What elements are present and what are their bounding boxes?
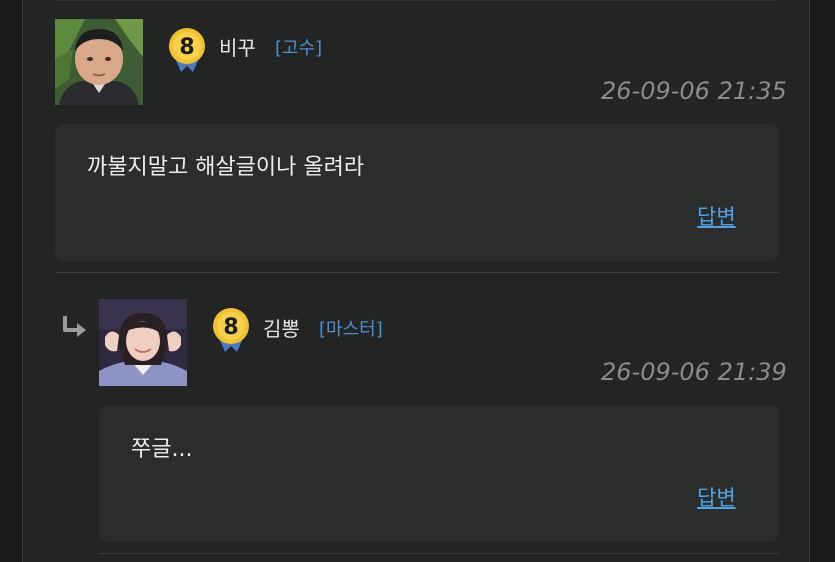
avatar-image [55,19,143,105]
nickname[interactable]: 비꾸 [219,36,256,60]
avatar[interactable] [99,299,187,386]
comment-page: 8 비꾸 [고수] 26-09-06 21:35 까불지말고 해살글이나 올려라… [0,0,835,562]
reply-arrow-icon [61,312,91,342]
rank-label: [마스터] [319,319,383,340]
level-badge-icon: 8 [165,26,209,72]
reply-button[interactable]: 답변 [697,204,736,230]
level-badge-number: 8 [223,315,238,340]
comment-item: 8 비꾸 [고수] 26-09-06 21:35 까불지말고 해살글이나 올려라… [23,0,811,272]
comment-list: 8 비꾸 [고수] 26-09-06 21:35 까불지말고 해살글이나 올려라… [22,0,810,562]
nickname[interactable]: 김뽕 [263,317,300,341]
reply-comment-item: 8 김뽕 [마스터] 26-09-06 21:39 쭈글... 답변 [23,272,811,562]
timestamp: 26-09-06 21:39 [601,358,787,386]
comment-divider [99,553,779,554]
level-badge-icon: 8 [209,306,253,352]
reply-button[interactable]: 답변 [697,485,736,511]
timestamp: 26-09-06 21:35 [601,77,787,105]
comment-text: 쭈글... [131,437,193,462]
comment-bubble: 까불지말고 해살글이나 올려라 답변 [55,124,779,261]
comment-bubble: 쭈글... 답변 [99,405,779,542]
avatar[interactable] [55,19,143,105]
level-badge-number: 8 [179,35,194,60]
comment-text: 까불지말고 해살글이나 올려라 [87,155,365,180]
rank-label: [고수] [275,38,323,59]
avatar-image [99,299,187,386]
